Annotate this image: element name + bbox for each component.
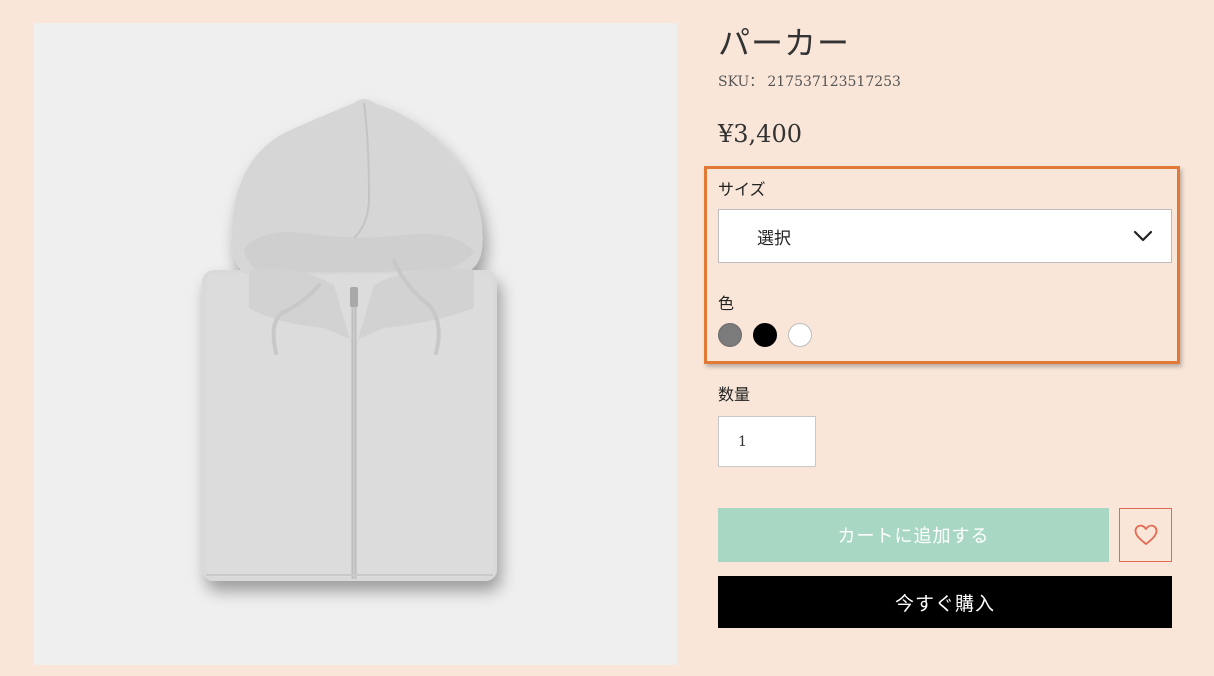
- color-label: 色: [718, 294, 735, 313]
- color-swatch-black[interactable]: [753, 323, 777, 347]
- product-price: ¥3,400: [718, 120, 802, 148]
- sku-value: 217537123517253: [767, 74, 901, 90]
- sku-label: SKU：: [718, 74, 764, 90]
- chevron-down-icon: [1133, 230, 1153, 242]
- color-swatches: [718, 323, 812, 347]
- size-label: サイズ: [718, 180, 766, 199]
- add-to-cart-button[interactable]: カートに追加する: [718, 508, 1109, 562]
- size-selected-value: 選択: [757, 228, 791, 249]
- size-dropdown[interactable]: 選択: [718, 209, 1172, 263]
- wishlist-button[interactable]: [1119, 508, 1172, 562]
- product-image: [34, 23, 677, 665]
- product-sku: SKU： 217537123517253: [718, 71, 901, 91]
- quantity-input[interactable]: [718, 416, 816, 467]
- heart-icon: [1134, 524, 1157, 545]
- buy-now-button[interactable]: 今すぐ購入: [718, 576, 1172, 628]
- color-swatch-gray[interactable]: [718, 323, 742, 347]
- color-swatch-white[interactable]: [788, 323, 812, 347]
- quantity-label: 数量: [718, 385, 751, 404]
- hoodie-image: [202, 99, 497, 581]
- product-title: パーカー: [718, 24, 851, 62]
